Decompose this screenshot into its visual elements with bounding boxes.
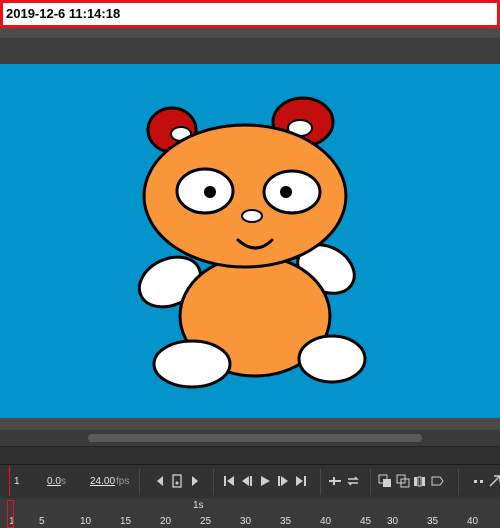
- separator: [139, 469, 140, 495]
- timestamp-overlay: 2019-12-6 11:14:18: [0, 0, 500, 28]
- separator: [320, 469, 321, 495]
- ruler-label: 20: [160, 516, 172, 527]
- right-foot: [297, 334, 367, 384]
- time-value[interactable]: 0.0: [47, 476, 61, 487]
- separator: [458, 469, 459, 495]
- ruler-label: 30: [240, 516, 252, 527]
- stage-bottom-strip: [0, 418, 500, 430]
- loop-icon[interactable]: [328, 474, 342, 488]
- bear-drawing: [137, 96, 367, 389]
- ruler-label: 35: [280, 516, 292, 527]
- ruler-label: 15: [120, 516, 132, 527]
- fps-value[interactable]: 24.00: [90, 476, 115, 487]
- stage-canvas[interactable]: [0, 64, 500, 418]
- stage-header-strip: [0, 38, 500, 64]
- onion-skin-icon[interactable]: [378, 474, 392, 488]
- fps-unit: fps: [116, 476, 130, 487]
- ruler-second-label: 1s: [193, 500, 204, 511]
- onion-outline-icon[interactable]: [396, 474, 410, 488]
- right-eye: [262, 169, 322, 215]
- timeline-header: [0, 446, 500, 465]
- playhead-line: [9, 466, 10, 496]
- horizontal-scrollbar-thumb[interactable]: [88, 434, 422, 442]
- edit-multiple-frames-icon[interactable]: [413, 474, 427, 488]
- playhead[interactable]: [7, 500, 14, 528]
- first-frame-icon[interactable]: [222, 474, 236, 488]
- ruler-label: 10: [80, 516, 92, 527]
- separator: [370, 469, 371, 495]
- timeline-controls: 1 0.0 s 24.00 fps: [0, 464, 500, 499]
- loop-range-icon[interactable]: [346, 474, 360, 488]
- ruler-label: 45: [360, 516, 372, 527]
- ruler-label: 40: [467, 516, 479, 527]
- timeline-ruler[interactable]: 1s 1 5 10 15 20 25 30 35 40 45 30 35 40: [0, 498, 500, 528]
- last-frame-icon[interactable]: [294, 474, 308, 488]
- toolbar-strip: [0, 28, 500, 38]
- time-unit: s: [61, 476, 66, 487]
- play-icon[interactable]: [258, 474, 272, 488]
- keyframe-icon[interactable]: [170, 474, 184, 488]
- triangle-left-icon[interactable]: [153, 474, 167, 488]
- step-back-icon[interactable]: [240, 474, 254, 488]
- timestamp-text: 2019-12-6 11:14:18: [6, 6, 121, 21]
- bear-nose: [241, 209, 263, 223]
- triangle-right-icon[interactable]: [188, 474, 202, 488]
- current-frame[interactable]: 1: [14, 476, 20, 487]
- ruler-label: 25: [200, 516, 212, 527]
- left-foot: [152, 339, 232, 389]
- ruler-label: 40: [320, 516, 332, 527]
- ruler-label: 5: [39, 516, 45, 527]
- ruler-label: 35: [427, 516, 439, 527]
- marker-icon[interactable]: [430, 474, 444, 488]
- step-forward-icon[interactable]: [276, 474, 290, 488]
- ruler-label: 30: [387, 516, 399, 527]
- left-eye: [175, 167, 235, 215]
- drag-handle-icon[interactable]: [472, 474, 486, 488]
- separator: [213, 469, 214, 495]
- expand-icon[interactable]: [488, 474, 500, 488]
